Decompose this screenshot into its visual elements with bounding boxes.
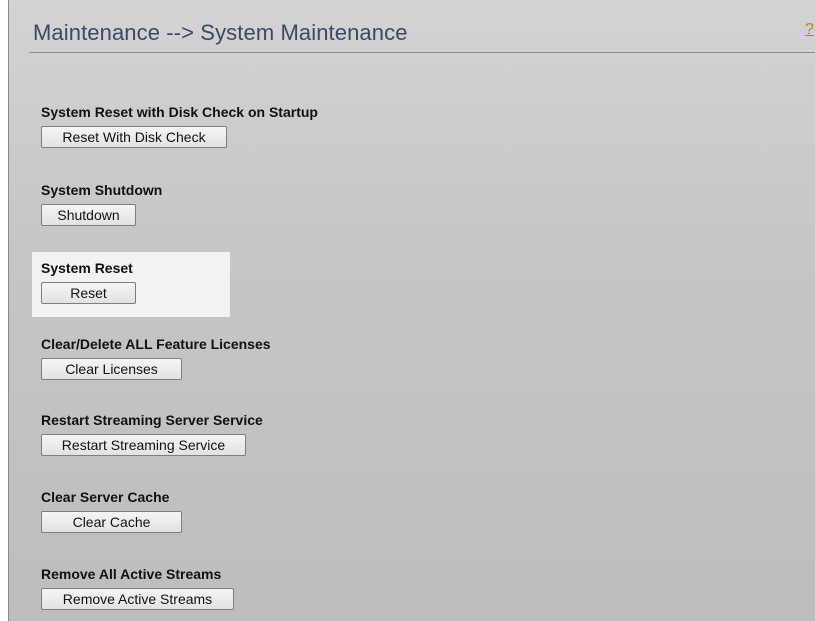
reset-with-disk-check-button[interactable]: Reset With Disk Check [41,126,227,148]
section-label: System Reset [41,260,133,276]
section-label: Clear Server Cache [41,489,170,505]
section-label: Remove All Active Streams [41,566,222,582]
clear-licenses-button[interactable]: Clear Licenses [41,358,182,380]
maintenance-page: Maintenance --> System Maintenance ? Sys… [8,0,815,621]
shutdown-button[interactable]: Shutdown [41,204,136,226]
page-title: Maintenance --> System Maintenance [33,20,408,45]
section-system-reset: System Reset Reset [41,260,136,304]
help-link[interactable]: ? [805,21,814,39]
section-label: System Reset with Disk Check on Startup [41,104,318,120]
section-reset-disk-check: System Reset with Disk Check on Startup … [41,104,318,148]
section-restart-streaming: Restart Streaming Server Service Restart… [41,412,263,456]
remove-active-streams-button[interactable]: Remove Active Streams [41,588,234,610]
restart-streaming-service-button[interactable]: Restart Streaming Service [41,434,246,456]
section-label: Restart Streaming Server Service [41,412,263,428]
clear-cache-button[interactable]: Clear Cache [41,511,182,533]
section-system-shutdown: System Shutdown Shutdown [41,182,162,226]
section-remove-streams: Remove All Active Streams Remove Active … [41,566,234,610]
section-label: Clear/Delete ALL Feature Licenses [41,336,271,352]
section-label: System Shutdown [41,182,163,198]
section-clear-licenses: Clear/Delete ALL Feature Licenses Clear … [41,336,271,380]
title-divider [29,52,815,53]
section-clear-cache: Clear Server Cache Clear Cache [41,489,182,533]
reset-button[interactable]: Reset [41,282,136,304]
page-header: Maintenance --> System Maintenance ? [9,0,815,55]
